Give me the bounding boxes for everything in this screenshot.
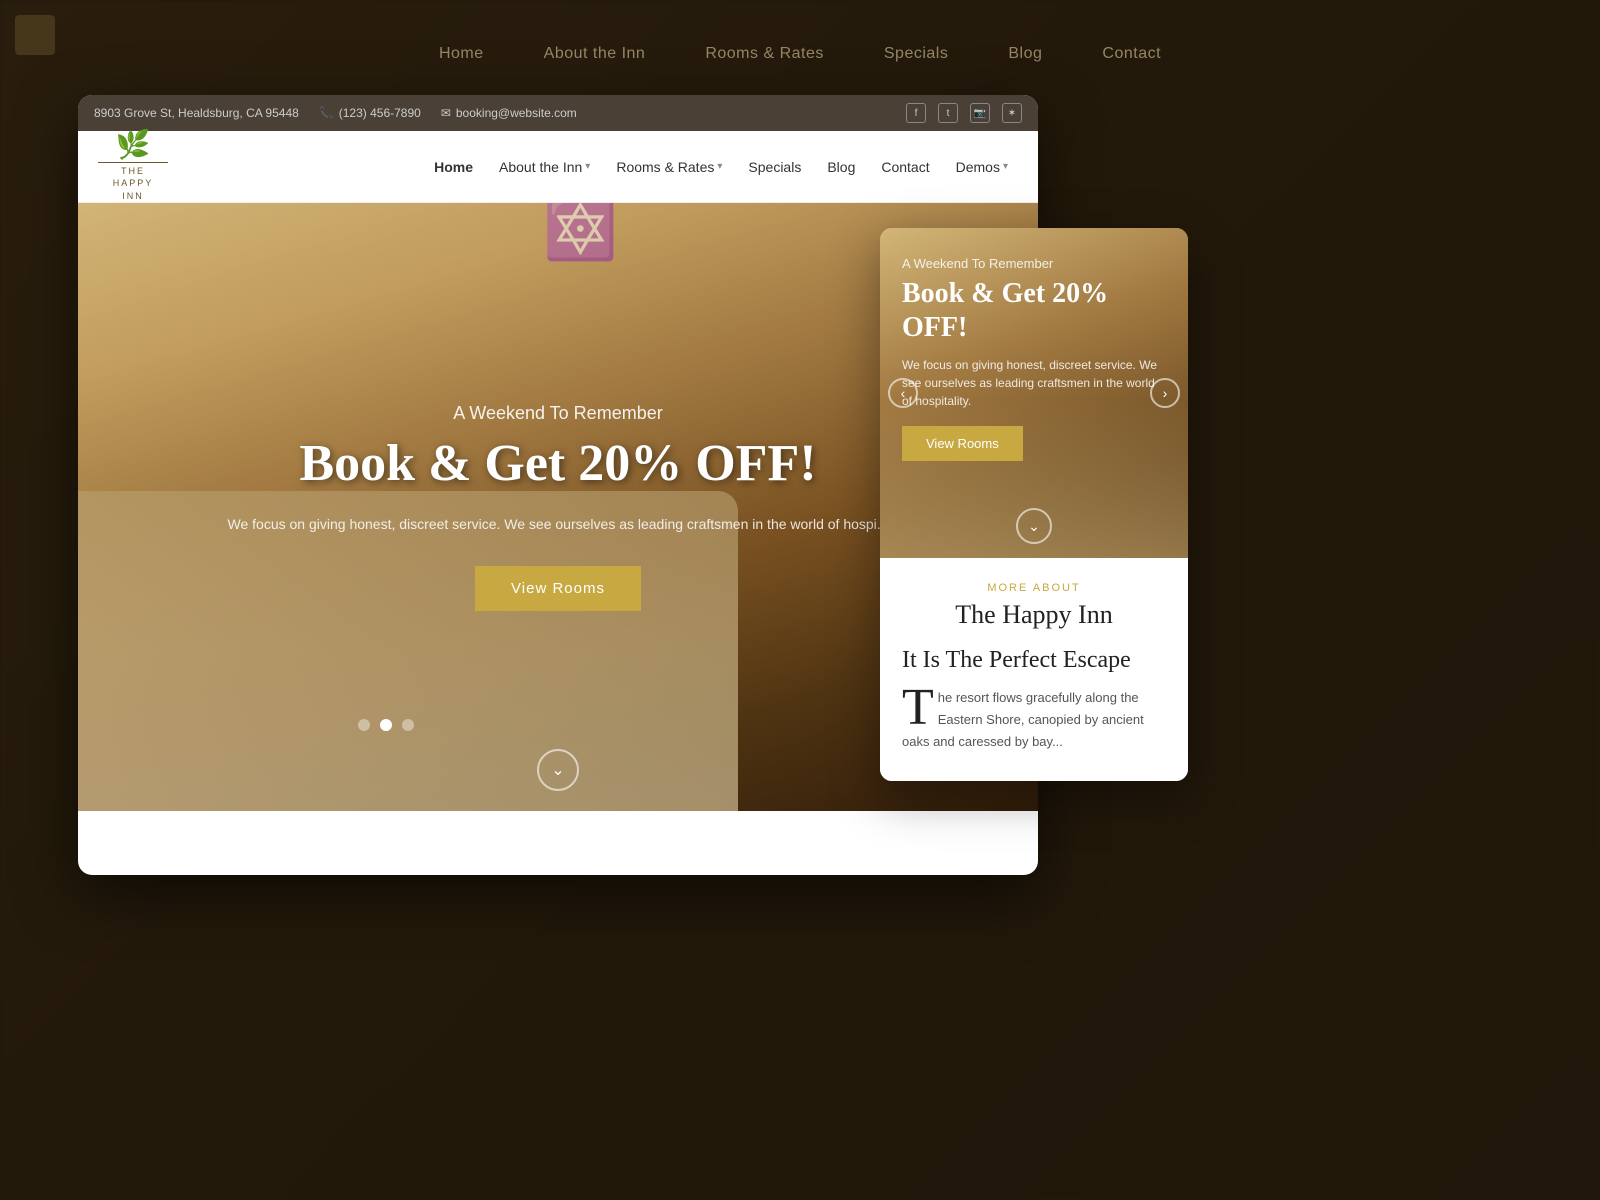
- hero-description: We focus on giving honest, discreet serv…: [228, 513, 889, 535]
- nav-bar: 🌿 THE HAPPYINN Home About the Inn ▾ Room…: [78, 131, 1038, 203]
- logo-icon: 🌿 THE HAPPYINN: [98, 137, 168, 197]
- hero-content: A Weekend To Remember Book & Get 20% OFF…: [188, 403, 929, 610]
- background-nav: Home About the Inn Rooms & Rates Special…: [0, 45, 1600, 63]
- nav-rooms[interactable]: Rooms & Rates ▾: [606, 153, 732, 181]
- popup-dropcap: T: [902, 687, 934, 729]
- address-text: 8903 Grove St, Healdsburg, CA 95448: [94, 106, 299, 120]
- popup-about-body: T he resort flows gracefully along the E…: [902, 687, 1166, 753]
- nav-about[interactable]: About the Inn ▾: [489, 153, 600, 181]
- email-item[interactable]: ✉ booking@website.com: [441, 106, 577, 120]
- bg-corner-logo: [15, 15, 55, 55]
- popup-hero: ‹ › A Weekend To Remember Book & Get 20%…: [880, 228, 1188, 558]
- popup-prev-button[interactable]: ‹: [888, 378, 918, 408]
- yelp-icon[interactable]: ✶: [1002, 103, 1022, 123]
- social-icons: f t 📷 ✶: [906, 103, 1022, 123]
- logo-text: THE HAPPYINN: [98, 162, 168, 206]
- popup-more-label: MORE ABOUT: [902, 582, 1166, 594]
- popup-cta-button[interactable]: View Rooms: [902, 426, 1023, 461]
- about-dropdown-arrow: ▾: [585, 161, 590, 172]
- top-bar: 8903 Grove St, Healdsburg, CA 95448 📞 (1…: [78, 95, 1038, 131]
- logo[interactable]: 🌿 THE HAPPYINN: [98, 137, 168, 197]
- bg-nav-specials: Specials: [884, 45, 948, 63]
- popup-hero-content: A Weekend To Remember Book & Get 20% OFF…: [880, 228, 1188, 481]
- bg-nav-about: About the Inn: [544, 45, 646, 63]
- nav-home[interactable]: Home: [424, 153, 483, 181]
- phone-icon: 📞: [319, 106, 334, 120]
- bg-nav-home: Home: [439, 45, 484, 63]
- top-bar-left: 8903 Grove St, Healdsburg, CA 95448 📞 (1…: [94, 106, 886, 120]
- nav-demos[interactable]: Demos ▾: [946, 153, 1018, 181]
- bg-nav-rooms: Rooms & Rates: [705, 45, 824, 63]
- email-text: booking@website.com: [456, 106, 577, 120]
- address-item: 8903 Grove St, Healdsburg, CA 95448: [94, 106, 299, 120]
- popup-escape-title: It Is The Perfect Escape: [902, 646, 1166, 675]
- logo-palm-icon: 🌿: [116, 128, 151, 162]
- rooms-dropdown-arrow: ▾: [717, 161, 722, 172]
- popup-description: We focus on giving honest, discreet serv…: [902, 356, 1166, 410]
- popup-next-button[interactable]: ›: [1150, 378, 1180, 408]
- hero-subtitle: A Weekend To Remember: [228, 403, 889, 424]
- hero-title: Book & Get 20% OFF!: [228, 434, 889, 493]
- nav-blog[interactable]: Blog: [817, 153, 865, 181]
- instagram-icon[interactable]: 📷: [970, 103, 990, 123]
- nav-links: Home About the Inn ▾ Rooms & Rates ▾ Spe…: [424, 153, 1018, 181]
- facebook-icon[interactable]: f: [906, 103, 926, 123]
- popup-subtitle: A Weekend To Remember: [902, 256, 1166, 271]
- hero-dot-3[interactable]: [402, 719, 414, 731]
- demos-dropdown-arrow: ▾: [1003, 161, 1008, 172]
- hero-dot-1[interactable]: [358, 719, 370, 731]
- popup-about-title: The Happy Inn: [902, 600, 1166, 630]
- phone-text: (123) 456-7890: [339, 106, 421, 120]
- hero-slider-dots: [358, 719, 414, 731]
- hero-chandelier: 🔯: [543, 203, 618, 264]
- popup-body-text: he resort flows gracefully along the Eas…: [902, 690, 1144, 749]
- popup-about-section: MORE ABOUT The Happy Inn It Is The Perfe…: [880, 558, 1188, 781]
- popup-title: Book & Get 20% OFF!: [902, 277, 1166, 344]
- popup-card: ‹ › A Weekend To Remember Book & Get 20%…: [880, 228, 1188, 781]
- hero-cta-button[interactable]: View Rooms: [475, 566, 641, 611]
- hero-scroll-down-button[interactable]: ⌄: [537, 749, 579, 791]
- email-icon: ✉: [441, 106, 451, 120]
- bg-nav-blog: Blog: [1008, 45, 1042, 63]
- nav-specials[interactable]: Specials: [738, 153, 811, 181]
- popup-scroll-down-button[interactable]: ⌄: [1016, 508, 1052, 544]
- nav-contact[interactable]: Contact: [871, 153, 939, 181]
- phone-item[interactable]: 📞 (123) 456-7890: [319, 106, 421, 120]
- bg-nav-contact: Contact: [1102, 45, 1161, 63]
- hero-dot-2[interactable]: [380, 719, 392, 731]
- twitter-icon[interactable]: t: [938, 103, 958, 123]
